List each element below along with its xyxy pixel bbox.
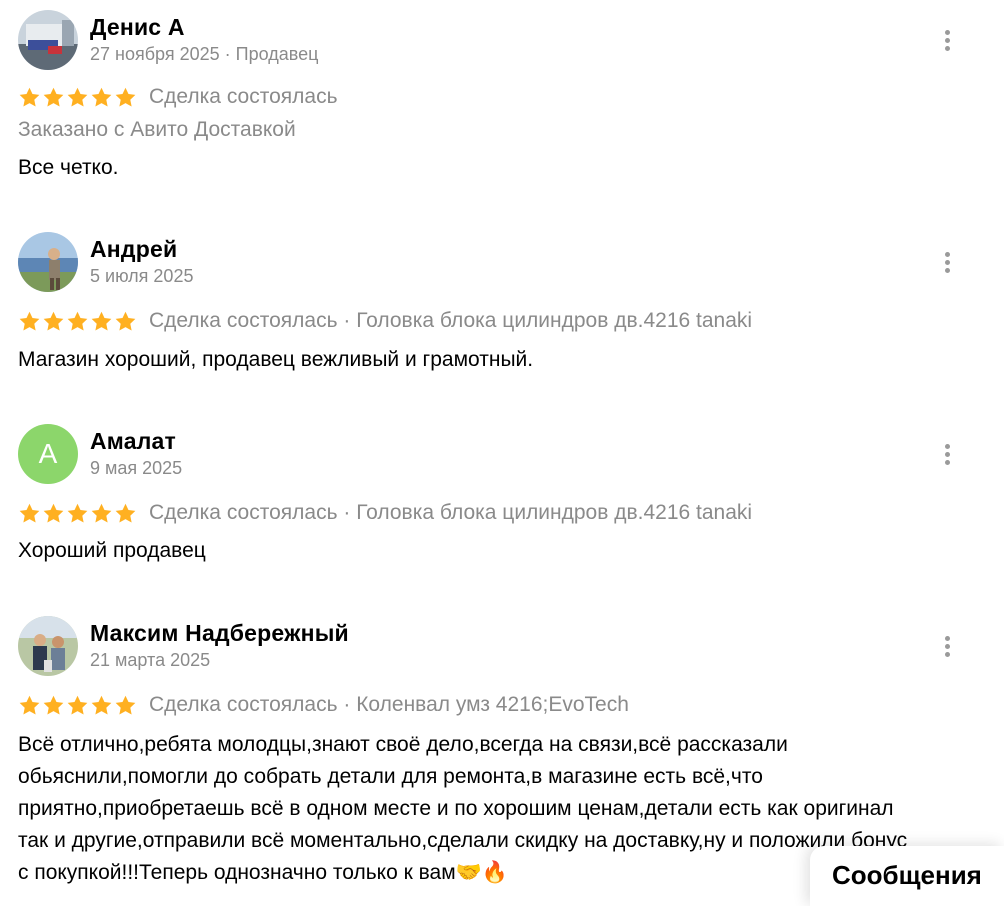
star-icon — [91, 311, 112, 331]
star-icon — [19, 695, 40, 715]
messages-label: Сообщения — [832, 860, 982, 890]
star-icon — [91, 503, 112, 523]
avatar[interactable] — [18, 232, 78, 292]
rating-stars — [18, 86, 137, 109]
star-icon — [115, 503, 136, 523]
review-meta: 5 июля 2025 — [90, 266, 194, 286]
dot-icon — [944, 259, 950, 265]
rating-stars — [18, 694, 137, 717]
messages-button[interactable]: Сообщения — [810, 846, 1004, 906]
deal-status: Сделка состоялась — [149, 85, 338, 108]
star-icon — [67, 87, 88, 107]
star-icon — [67, 311, 88, 331]
review-text: Магазин хороший, продавец вежливый и гра… — [18, 348, 534, 371]
review-text: Всё отлично,ребята молодцы,знают своё де… — [18, 733, 908, 884]
dot-icon — [944, 267, 950, 273]
more-options-button[interactable] — [932, 439, 962, 469]
dot-icon — [944, 251, 950, 257]
star-icon — [19, 311, 40, 331]
star-icon — [43, 503, 64, 523]
review-text: Все четко. — [18, 156, 119, 179]
rating-stars — [18, 310, 137, 333]
star-icon — [67, 695, 88, 715]
star-icon — [91, 695, 112, 715]
dot-icon — [944, 451, 950, 457]
review-author[interactable]: Амалат — [90, 428, 176, 455]
review-rating-line: Сделка состоялась · Головка блока цилинд… — [18, 309, 752, 333]
star-icon — [43, 695, 64, 715]
review-rating-line: Сделка состоялась · Головка блока цилинд… — [18, 501, 752, 525]
star-icon — [67, 503, 88, 523]
review-meta: 27 ноября 2025 · Продавец — [90, 44, 319, 64]
deal-status[interactable]: Сделка состоялась · Головка блока цилинд… — [149, 309, 752, 333]
review-rating-line: Сделка состоялась — [18, 85, 338, 109]
more-options-button[interactable] — [932, 25, 962, 55]
more-options-button[interactable] — [932, 631, 962, 661]
review-author[interactable]: Максим Надбережный — [90, 620, 349, 647]
dot-icon — [944, 29, 950, 35]
dot-icon — [944, 459, 950, 465]
star-icon — [91, 87, 112, 107]
star-icon — [19, 503, 40, 523]
avatar[interactable] — [18, 10, 78, 70]
star-icon — [19, 87, 40, 107]
star-icon — [115, 695, 136, 715]
delivery-note: Заказано с Авито Доставкой — [18, 118, 296, 141]
avatar[interactable]: А — [18, 424, 78, 484]
avatar[interactable] — [18, 616, 78, 676]
dot-icon — [944, 643, 950, 649]
review-meta: 9 мая 2025 — [90, 458, 183, 478]
review-author[interactable]: Андрей — [90, 236, 177, 263]
deal-status[interactable]: Сделка состоялась · Головка блока цилинд… — [149, 501, 752, 525]
more-options-button[interactable] — [932, 247, 962, 277]
dot-icon — [944, 635, 950, 641]
review-text: Хороший продавец — [18, 539, 206, 562]
rating-stars — [18, 502, 137, 525]
dot-icon — [944, 37, 950, 43]
star-icon — [115, 87, 136, 107]
star-icon — [43, 311, 64, 331]
deal-status[interactable]: Сделка состоялась · Коленвал умз 4216;Ev… — [149, 693, 629, 717]
star-icon — [43, 87, 64, 107]
review-author[interactable]: Денис А — [90, 14, 185, 41]
review-item: Денис А 27 ноября 2025 · Продавец Сделка… — [0, 0, 1004, 200]
dot-icon — [944, 651, 950, 657]
star-icon — [115, 311, 136, 331]
dot-icon — [944, 443, 950, 449]
dot-icon — [944, 45, 950, 51]
review-meta: 21 марта 2025 — [90, 650, 211, 670]
review-rating-line: Сделка состоялась · Коленвал умз 4216;Ev… — [18, 693, 629, 717]
